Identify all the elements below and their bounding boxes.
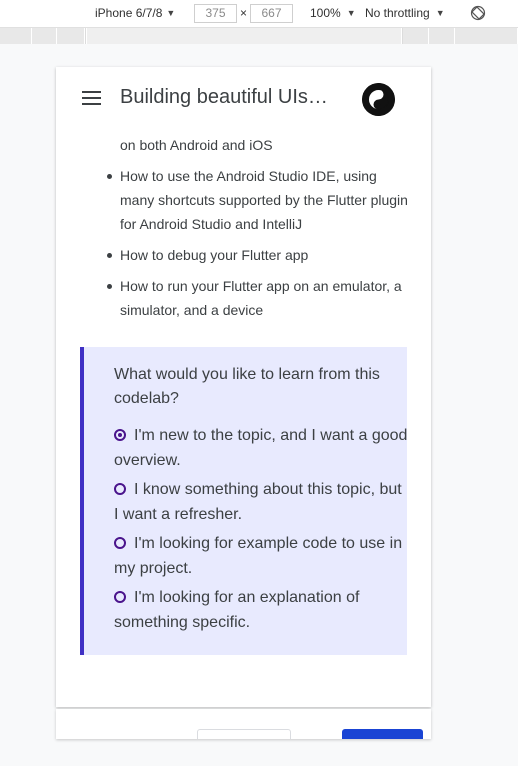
throttling-label: No throttling <box>365 6 430 20</box>
survey-option-label: I know something about this topic, but I… <box>114 481 402 523</box>
survey-option-label: I'm looking for an explanation of someth… <box>114 589 360 631</box>
radio-unchecked-icon[interactable] <box>114 537 126 549</box>
viewport-width-input[interactable]: 375 <box>194 4 237 23</box>
list-item: How to debug your Flutter app <box>107 243 410 267</box>
ruler-segment[interactable] <box>0 28 32 44</box>
page-title: Building beautiful UIs with Flutter <box>120 86 330 108</box>
ruler-segment[interactable] <box>86 28 402 44</box>
zoom-level: 100% <box>310 6 341 20</box>
survey-option[interactable]: I know something about this topic, but I… <box>114 477 410 527</box>
ruler-segment[interactable] <box>455 28 518 44</box>
ruler-segment[interactable] <box>32 28 57 44</box>
device-name: iPhone 6/7/8 <box>95 6 163 20</box>
devtools-device-toolbar: iPhone 6/7/8 ▼ 375 × 667 100% ▼ No throt… <box>0 0 518 28</box>
rotate-icon[interactable] <box>470 5 486 21</box>
survey-question: What would you like to learn from this c… <box>114 366 380 407</box>
list-item: How to use the Android Studio IDE, using… <box>107 164 410 236</box>
survey-box: What would you like to learn from this c… <box>80 347 407 655</box>
ruler-segment[interactable] <box>403 28 429 44</box>
ruler-segment[interactable] <box>429 28 455 44</box>
media-query-ruler <box>0 28 518 44</box>
caret-down-icon: ▼ <box>435 8 445 18</box>
next-button[interactable] <box>342 729 423 739</box>
radio-unchecked-icon[interactable] <box>114 591 126 603</box>
survey-option[interactable]: I'm looking for an explanation of someth… <box>114 585 410 635</box>
survey-option[interactable]: I'm new to the topic, and I want a good … <box>114 423 410 473</box>
codelab-card: Building beautiful UIs with Flutter on b… <box>56 67 431 707</box>
device-viewport: Building beautiful UIs with Flutter on b… <box>0 44 518 766</box>
survey-option-label: I'm looking for example code to use in m… <box>114 535 403 577</box>
list-item-continuation: on both Android and iOS <box>120 137 273 153</box>
viewport-height-input[interactable]: 667 <box>250 4 293 23</box>
yin-yang-icon[interactable] <box>362 83 395 116</box>
hamburger-menu-icon[interactable] <box>82 91 102 107</box>
survey-option[interactable]: I'm looking for example code to use in m… <box>114 531 410 581</box>
back-button[interactable] <box>197 729 291 739</box>
list-item: How to run your Flutter app on an emulat… <box>107 274 410 322</box>
zoom-selector[interactable]: 100% ▼ <box>310 6 356 20</box>
ruler-segment[interactable] <box>57 28 85 44</box>
survey-option-label: I'm new to the topic, and I want a good … <box>114 427 408 469</box>
caret-down-icon: ▼ <box>166 8 176 18</box>
radio-unchecked-icon[interactable] <box>114 483 126 495</box>
navigation-bar <box>56 709 431 739</box>
throttling-selector[interactable]: No throttling ▼ <box>365 6 445 20</box>
device-selector[interactable]: iPhone 6/7/8 ▼ <box>95 6 175 20</box>
dimension-separator: × <box>240 6 248 20</box>
app-bar: Building beautiful UIs with Flutter <box>56 67 431 131</box>
caret-down-icon: ▼ <box>346 8 356 18</box>
radio-checked-icon[interactable] <box>114 429 126 441</box>
